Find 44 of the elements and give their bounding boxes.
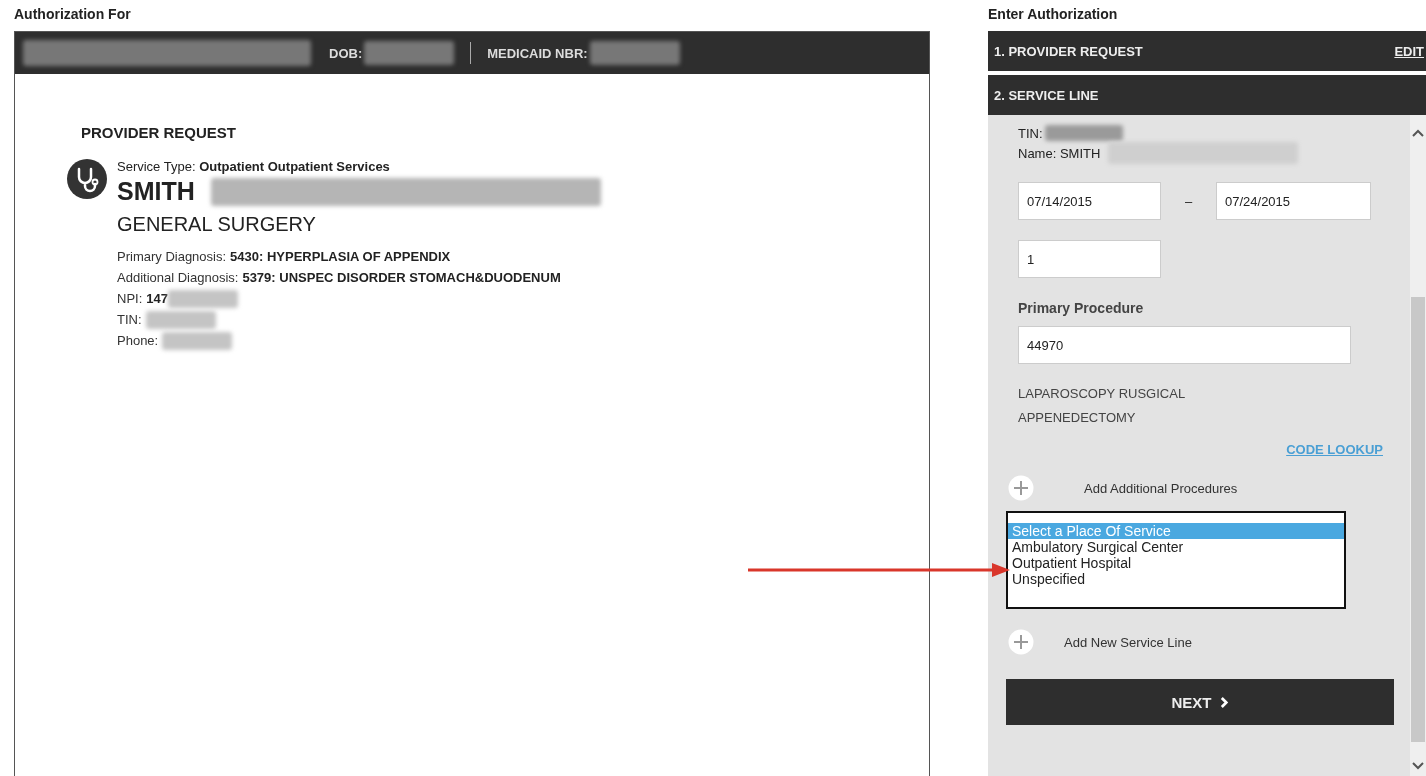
service-type-text: Service Type: Outpatient Outpatient Services: [117, 159, 391, 174]
detail-label: Phone:: [117, 333, 159, 348]
edit-link[interactable]: EDIT: [1394, 43, 1426, 59]
field-label: Primary Procedure: [1018, 300, 1145, 316]
medicaid-label: MEDICAID NBR:: [487, 45, 588, 61]
plus-icon[interactable]: [1008, 629, 1034, 655]
scroll-up-icon[interactable]: [1412, 129, 1424, 137]
section-heading: PROVIDER REQUEST: [81, 124, 238, 141]
scrollbar[interactable]: [1410, 115, 1426, 776]
plus-icon[interactable]: [1008, 475, 1034, 501]
add-procedures-label[interactable]: Add Additional Procedures: [1084, 480, 1238, 496]
quantity-field[interactable]: 1: [1018, 240, 1161, 278]
step-title: 1. PROVIDER REQUEST: [994, 43, 1143, 59]
listbox-option[interactable]: Ambulatory Surgical Center: [1008, 539, 1344, 555]
date-separator: –: [1183, 193, 1194, 209]
tin-label: TIN:: [1018, 125, 1043, 141]
detail-label: Primary Diagnosis:: [117, 249, 227, 264]
detail-label: TIN:: [117, 312, 142, 327]
listbox-option[interactable]: Outpatient Hospital: [1008, 555, 1344, 571]
detail-label: Additional Diagnosis:: [117, 270, 239, 285]
procedure-code-field[interactable]: 44970: [1018, 326, 1351, 364]
step-header[interactable]: 2. SERVICE LINE: [988, 75, 1426, 115]
next-button[interactable]: NEXT: [1006, 679, 1394, 725]
add-service-line-label[interactable]: Add New Service Line: [1064, 634, 1192, 650]
listbox-option[interactable]: Unspecified: [1008, 571, 1344, 587]
step-header[interactable]: 1. PROVIDER REQUEST EDIT: [988, 31, 1426, 71]
detail-value: 147: [146, 291, 168, 306]
stethoscope-icon: [67, 159, 107, 199]
dob-label: DOB:: [329, 45, 363, 61]
detail-value: 5379: UNSPEC DISORDER STOMACH&DUODENUM: [242, 270, 561, 285]
provider-name: SMITH: [117, 177, 195, 206]
step-title: 2. SERVICE LINE: [994, 87, 1099, 103]
panel-title: Enter Authorization: [988, 5, 1119, 24]
detail-value: 5430: HYPERPLASIA OF APPENDIX: [230, 249, 451, 264]
name-label: Name: SMITH: [1018, 145, 1101, 161]
end-date-field[interactable]: 07/24/2015: [1216, 182, 1371, 220]
start-date-field[interactable]: 07/14/2015: [1018, 182, 1161, 220]
procedure-description: LAPAROSCOPY RUSGICAL APPENEDECTOMY: [1018, 385, 1186, 427]
chevron-icon: [1219, 696, 1229, 708]
specialty-text: GENERAL SURGERY: [117, 213, 317, 236]
scroll-down-icon[interactable]: [1412, 762, 1424, 770]
panel-title: Authorization For: [14, 5, 132, 24]
detail-label: NPI:: [117, 291, 143, 306]
place-of-service-listbox[interactable]: Select a Place Of Service Ambulatory Surgical Center Outpatient Hospital Unspecified: [1006, 511, 1346, 609]
